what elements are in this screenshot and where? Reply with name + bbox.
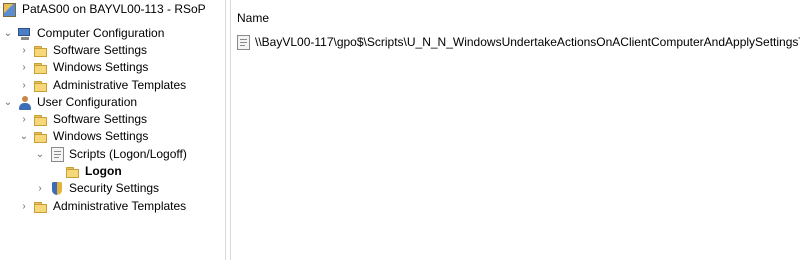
tree-item-label: Administrative Templates — [53, 78, 187, 92]
tree-item-label: User Configuration — [37, 95, 138, 109]
tree-item-uc-logon[interactable]: Logon — [65, 163, 122, 180]
tree-item-label: Scripts (Logon/Logoff) — [69, 147, 187, 161]
script-file-icon — [237, 35, 250, 50]
folder-icon — [33, 78, 49, 94]
tree-item-label: Software Settings — [53, 112, 148, 126]
column-header-name[interactable]: Name — [237, 10, 269, 27]
tree-item-uc-scripts[interactable]: ⌄ Scripts (Logon/Logoff) — [35, 146, 187, 163]
tree-item-cc-windows-settings[interactable]: › Windows Settings — [19, 59, 148, 76]
folder-icon — [33, 112, 49, 128]
chevron-right-icon[interactable]: › — [19, 111, 29, 128]
chevron-down-icon[interactable]: ⌄ — [3, 94, 13, 111]
folder-icon — [33, 199, 49, 215]
tree-item-cc-administrative-templates[interactable]: › Administrative Templates — [19, 77, 186, 94]
tree-item-root[interactable]: PatAS00 on BAYVL00-113 - RSoP — [2, 1, 206, 18]
tree-item-label: Windows Settings — [53, 60, 149, 74]
user-icon — [17, 95, 33, 111]
chevron-right-icon[interactable]: › — [19, 59, 29, 76]
folder-icon — [65, 164, 81, 180]
folder-icon — [33, 129, 49, 145]
shield-icon — [49, 181, 65, 197]
rsop-icon — [2, 2, 18, 18]
script-icon — [51, 147, 64, 162]
tree-item-label: Computer Configuration — [37, 26, 165, 40]
list-pane: Name \\BayVL00-117\gpo$\Scripts\U_N_N_Wi… — [230, 0, 800, 260]
folder-icon — [33, 43, 49, 59]
tree-item-cc-software-settings[interactable]: › Software Settings — [19, 42, 147, 59]
chevron-right-icon[interactable]: › — [19, 42, 29, 59]
chevron-down-icon[interactable]: ⌄ — [3, 25, 13, 42]
folder-icon — [33, 60, 49, 76]
chevron-down-icon[interactable]: ⌄ — [35, 146, 45, 163]
chevron-down-icon[interactable]: ⌄ — [19, 128, 29, 145]
tree-item-computer-configuration[interactable]: ⌄ Computer Configuration — [3, 25, 165, 42]
tree-pane: PatAS00 on BAYVL00-113 - RSoP ⌄ Computer… — [0, 0, 226, 260]
computer-icon — [17, 26, 33, 42]
tree-item-label: Administrative Templates — [53, 199, 187, 213]
tree-item-user-configuration[interactable]: ⌄ User Configuration — [3, 94, 137, 111]
tree-item-uc-software-settings[interactable]: › Software Settings — [19, 111, 147, 128]
tree-item-label: Logon — [85, 164, 122, 178]
chevron-right-icon[interactable]: › — [35, 180, 45, 197]
chevron-right-icon[interactable]: › — [19, 198, 29, 215]
tree-item-uc-security-settings[interactable]: › Security Settings — [35, 180, 159, 197]
list-item[interactable]: \\BayVL00-117\gpo$\Scripts\U_N_N_Windows… — [235, 34, 800, 51]
chevron-right-icon[interactable]: › — [19, 77, 29, 94]
tree-item-uc-windows-settings[interactable]: ⌄ Windows Settings — [19, 128, 149, 145]
tree-item-label: Security Settings — [69, 181, 160, 195]
list-item-name: \\BayVL00-117\gpo$\Scripts\U_N_N_Windows… — [255, 35, 800, 49]
tree-item-uc-administrative-templates[interactable]: › Administrative Templates — [19, 198, 186, 215]
tree-item-label: Windows Settings — [53, 129, 149, 143]
tree-item-label: PatAS00 on BAYVL00-113 - RSoP — [22, 2, 206, 16]
tree-item-label: Software Settings — [53, 43, 148, 57]
